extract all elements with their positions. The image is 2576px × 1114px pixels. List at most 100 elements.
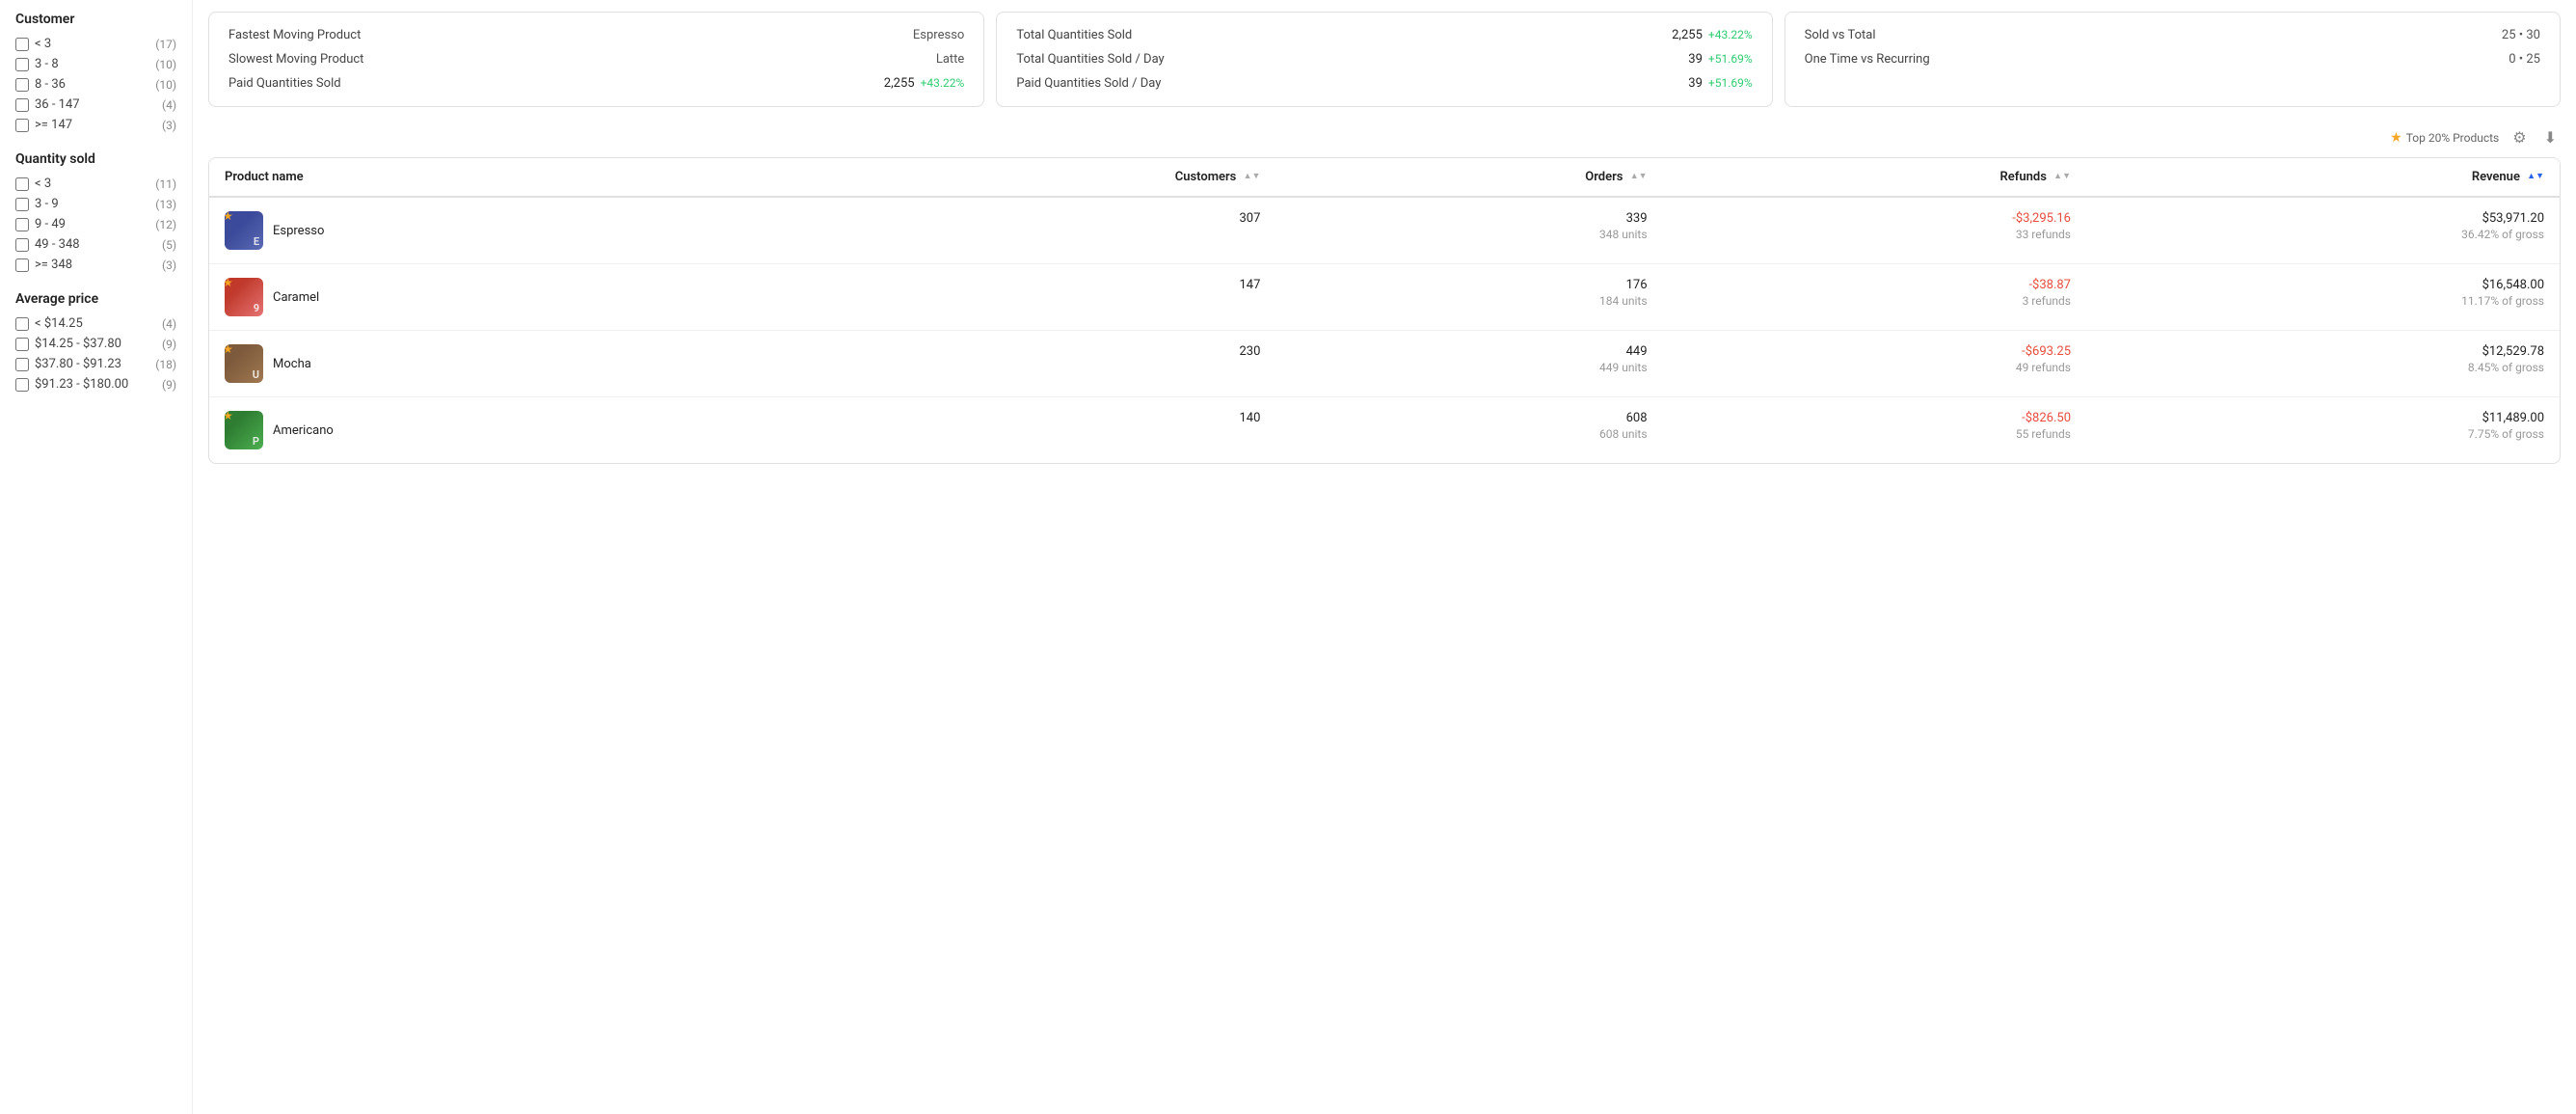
stat-change: +51.69% [1708, 52, 1753, 66]
col-header-product-name[interactable]: Product name [209, 158, 791, 197]
filter-label: < 3 [35, 37, 51, 51]
filter-count: (5) [162, 238, 176, 252]
stat-row: Sold vs Total 25 • 30 [1805, 28, 2540, 42]
star-icon: ★ [2390, 130, 2402, 146]
refunds-cell-americano: -$826.50 55 refunds [1663, 397, 2086, 464]
revenue-cell-espresso: $53,971.20 36.42% of gross [2086, 197, 2560, 264]
filter-checkbox-customer-lt3[interactable] [15, 38, 29, 51]
stat-value-paid-qty: 2,255 +43.22% [884, 76, 965, 91]
product-star: ★ [225, 278, 233, 289]
filter-item: $14.25 - $37.80 (9) [15, 337, 176, 351]
stat-row: Fastest Moving Product Espresso [228, 28, 964, 42]
stat-number: 39 [1688, 52, 1703, 67]
toolbar: ★ Top 20% Products ⚙ ⬇ [208, 126, 2561, 149]
filter-label: >= 147 [35, 118, 72, 132]
stat-label: Paid Quantities Sold [228, 76, 341, 91]
filter-label: 3 - 8 [35, 57, 59, 71]
filter-checkbox-qty-9-49[interactable] [15, 218, 29, 231]
filter-checkbox-qty-lt3[interactable] [15, 177, 29, 191]
stats-row: Fastest Moving Product Espresso Slowest … [208, 12, 2561, 107]
filter-label: < 3 [35, 177, 51, 191]
stat-card-2: Total Quantities Sold 2,255 +43.22% Tota… [996, 12, 1772, 107]
orders-cell-espresso: 339 348 units [1275, 197, 1662, 264]
product-img-letter: U [253, 368, 259, 381]
filter-checkbox-customer-8-36[interactable] [15, 78, 29, 92]
product-image-mocha: ★ U [225, 344, 263, 383]
filter-count: (4) [162, 317, 176, 331]
orders-value: 608 [1291, 411, 1647, 425]
stat-value-total-qty: 2,255 +43.22% [1672, 28, 1753, 42]
customers-cell-caramel: 147 [791, 264, 1275, 331]
filter-count: (10) [155, 78, 176, 92]
filter-checkbox-customer-36-147[interactable] [15, 98, 29, 112]
orders-units: 184 units [1291, 294, 1647, 308]
filter-checkbox-qty-3-9[interactable] [15, 198, 29, 211]
stat-number: 2,255 [1672, 28, 1703, 42]
sidebar: Customer < 3 (17) 3 - 8 (10) 8 - 36 [0, 0, 193, 1114]
stat-value-sold-vs-total: 25 • 30 [2502, 28, 2540, 42]
col-header-revenue[interactable]: Revenue ▲▼ [2086, 158, 2560, 197]
orders-cell-mocha: 449 449 units [1275, 331, 1662, 397]
filter-checkbox-qty-49-348[interactable] [15, 238, 29, 252]
col-header-orders[interactable]: Orders ▲▼ [1275, 158, 1662, 197]
customers-cell-americano: 140 [791, 397, 1275, 464]
filter-checkbox-price-14-37[interactable] [15, 338, 29, 351]
revenue-value: $11,489.00 [2102, 411, 2544, 425]
filter-label: >= 348 [35, 258, 72, 272]
customers-cell-mocha: 230 [791, 331, 1275, 397]
filter-checkbox-customer-gte147[interactable] [15, 119, 29, 132]
filter-count: (18) [155, 358, 176, 371]
filter-section-customer: Customer < 3 (17) 3 - 8 (10) 8 - 36 [15, 12, 176, 132]
customers-value: 147 [806, 278, 1260, 292]
gear-button[interactable]: ⚙ [2509, 126, 2530, 149]
filter-label: 9 - 49 [35, 217, 66, 231]
filter-label: 8 - 36 [35, 77, 66, 92]
filter-count: (3) [162, 258, 176, 272]
table-row: ★ 9 Caramel 147 176 184 units -$38.87 3 … [209, 264, 2560, 331]
revenue-cell-americano: $11,489.00 7.75% of gross [2086, 397, 2560, 464]
product-star: ★ [225, 411, 233, 422]
filter-count: (17) [155, 38, 176, 51]
filter-count: (9) [162, 378, 176, 392]
filter-item: 36 - 147 (4) [15, 97, 176, 112]
revenue-cell-caramel: $16,548.00 11.17% of gross [2086, 264, 2560, 331]
revenue-value: $53,971.20 [2102, 211, 2544, 226]
stat-row: Slowest Moving Product Latte [228, 52, 964, 67]
refunds-cell-caramel: -$38.87 3 refunds [1663, 264, 2086, 331]
refunds-count: 33 refunds [1678, 228, 2071, 241]
stat-label: Sold vs Total [1805, 28, 1876, 42]
orders-value: 176 [1291, 278, 1647, 292]
stat-row: Paid Quantities Sold / Day 39 +51.69% [1016, 76, 1752, 91]
product-star: ★ [225, 211, 233, 223]
filter-checkbox-qty-gte348[interactable] [15, 258, 29, 272]
filter-item: < $14.25 (4) [15, 316, 176, 331]
product-image-americano: ★ P [225, 411, 263, 449]
col-header-refunds[interactable]: Refunds ▲▼ [1663, 158, 2086, 197]
orders-value: 339 [1291, 211, 1647, 226]
filter-checkbox-price-91-180[interactable] [15, 378, 29, 392]
download-button[interactable]: ⬇ [2540, 126, 2561, 149]
filter-checkbox-customer-3-8[interactable] [15, 58, 29, 71]
filter-section-average-price: Average price < $14.25 (4) $14.25 - $37.… [15, 291, 176, 392]
sort-icon-orders: ▲▼ [1630, 173, 1648, 181]
stat-change: +51.69% [1708, 76, 1753, 90]
table-row: ★ U Mocha 230 449 449 units -$693.25 49 … [209, 331, 2560, 397]
refunds-count: 55 refunds [1678, 427, 2071, 441]
product-img-letter: 9 [254, 302, 259, 314]
stat-change: +43.22% [921, 76, 965, 90]
filter-count: (4) [162, 98, 176, 112]
main-content: Fastest Moving Product Espresso Slowest … [193, 0, 2576, 1114]
products-table-container: Product name Customers ▲▼ Orders ▲▼ Refu… [208, 157, 2561, 464]
filter-title-customer: Customer [15, 12, 176, 27]
top20-badge: ★ Top 20% Products [2390, 130, 2499, 146]
filter-count: (13) [155, 198, 176, 211]
filter-checkbox-price-37-91[interactable] [15, 358, 29, 371]
filter-checkbox-price-lt14[interactable] [15, 317, 29, 331]
refunds-value: -$693.25 [1678, 344, 2071, 359]
product-image-espresso: ★ E [225, 211, 263, 250]
table-row: ★ E Espresso 307 339 348 units -$3,295.1… [209, 197, 2560, 264]
stat-change: +43.22% [1708, 28, 1753, 41]
product-cell-caramel: ★ 9 Caramel [209, 264, 791, 331]
revenue-gross-pct: 36.42% of gross [2102, 228, 2544, 241]
col-header-customers[interactable]: Customers ▲▼ [791, 158, 1275, 197]
